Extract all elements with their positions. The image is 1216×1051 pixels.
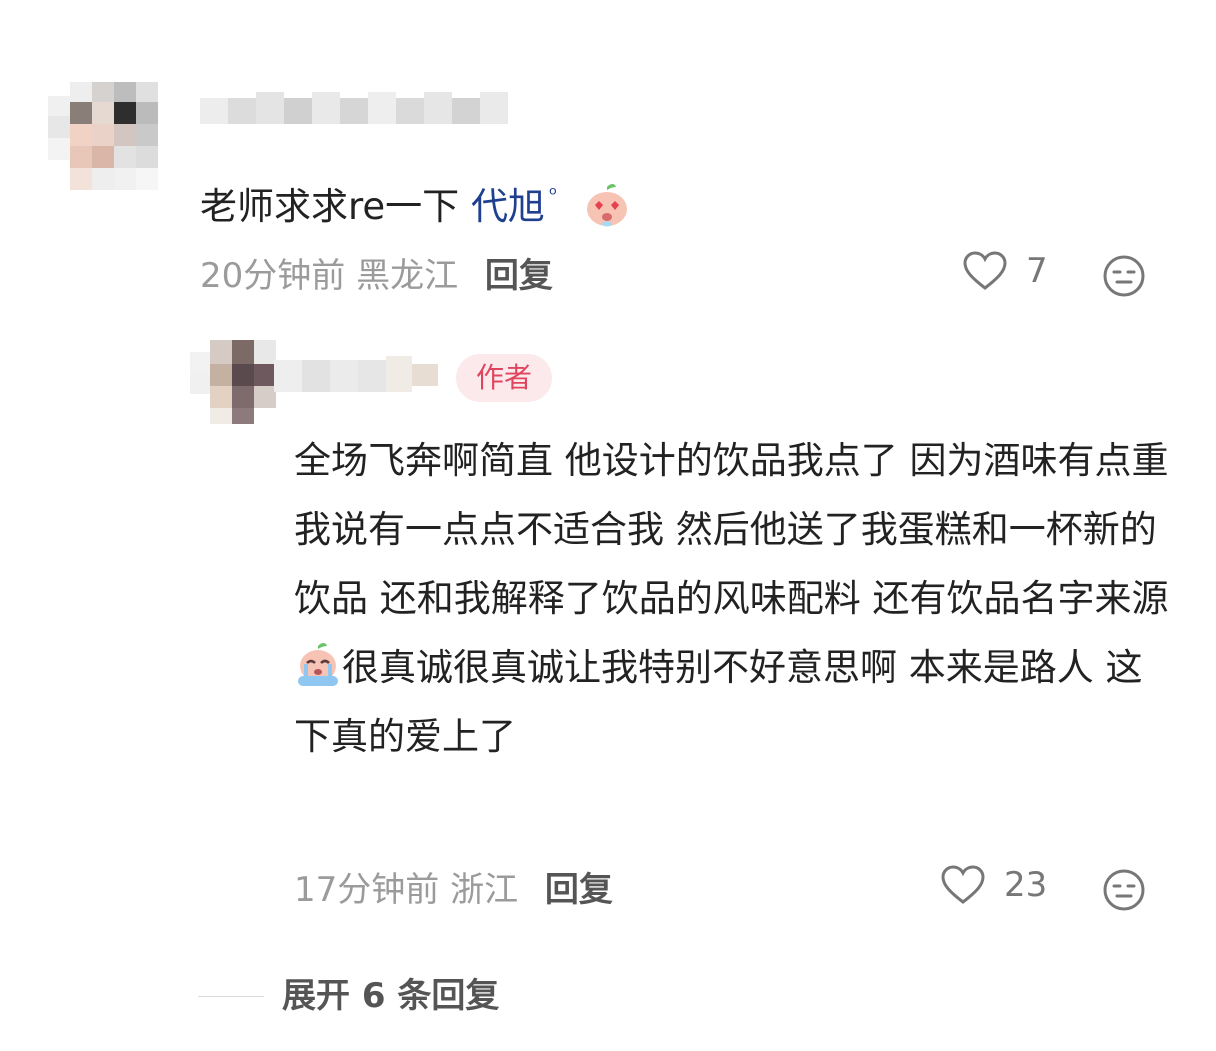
expand-replies-label: 展开 6 条回复 xyxy=(282,976,500,1016)
reply-body-part2: 很真诚很真诚让我特别不好意思啊 本来是路人 这下真的爱上了 xyxy=(294,646,1143,758)
reply-avatar-pixelated-image xyxy=(190,340,276,424)
reply-text: 全场飞奔啊简直 他设计的饮品我点了 因为酒味有点重我说有一点点不适合我 然后他送… xyxy=(294,426,1174,771)
neutral-face-icon xyxy=(1103,255,1145,297)
heart-icon xyxy=(963,251,1007,290)
comment-text: 老师求求re一下 代旭 ᵒ xyxy=(200,166,631,245)
comment-meta: 20分钟前 黑龙江 回复 xyxy=(200,248,553,304)
reply-reply-button[interactable]: 回复 xyxy=(545,870,613,910)
reply-location: 浙江 xyxy=(450,870,519,910)
avatar[interactable] xyxy=(48,82,164,198)
reply-username-mosaic xyxy=(274,356,438,392)
reply-time: 17分钟前 xyxy=(294,870,440,910)
dislike-button[interactable] xyxy=(1102,254,1146,302)
crying-emoji-icon xyxy=(294,643,342,689)
author-badge: 作者 xyxy=(456,354,553,402)
like-button[interactable]: 7 xyxy=(962,250,1048,292)
reply-dislike-button[interactable] xyxy=(1102,868,1146,916)
comment-time: 20分钟前 xyxy=(200,256,346,296)
expand-divider-line xyxy=(198,995,264,997)
heart-eyes-emoji-icon xyxy=(583,181,631,245)
neutral-face-icon xyxy=(1103,869,1145,911)
expand-replies-button[interactable]: 展开 6 条回复 xyxy=(198,968,499,1024)
reply-avatar[interactable] xyxy=(190,340,278,424)
avatar-pixelated-image xyxy=(48,82,164,198)
reply-body-part1: 全场飞奔啊简直 他设计的饮品我点了 因为酒味有点重我说有一点点不适合我 然后他送… xyxy=(294,439,1169,620)
mention-search-icon: ᵒ xyxy=(548,182,558,206)
comment-location: 黑龙江 xyxy=(356,256,459,296)
mention-link[interactable]: 代旭 xyxy=(471,185,545,228)
reply-meta: 17分钟前 浙江 回复 xyxy=(294,862,613,918)
username-mosaic xyxy=(200,92,508,124)
reply-like-count: 23 xyxy=(1004,865,1048,905)
reply-like-button[interactable]: 23 xyxy=(940,864,1047,906)
reply-button[interactable]: 回复 xyxy=(485,256,553,296)
like-count: 7 xyxy=(1026,251,1048,291)
comment-body: 老师求求re一下 xyxy=(200,185,460,228)
username-pixelated[interactable] xyxy=(200,84,520,140)
heart-icon xyxy=(941,865,985,904)
reply-username-pixelated[interactable] xyxy=(274,352,444,400)
